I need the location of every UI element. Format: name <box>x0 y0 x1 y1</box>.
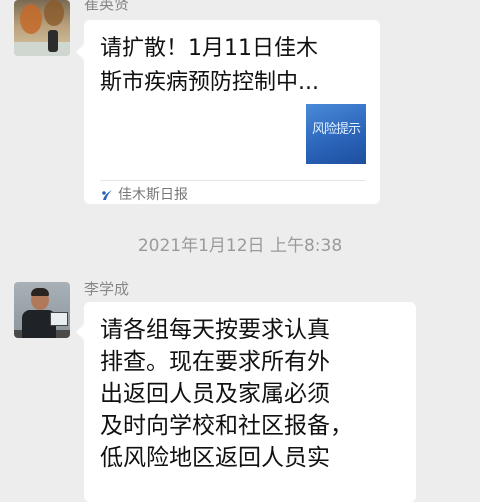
avatar[interactable] <box>14 0 70 56</box>
sender-name: 李学成 <box>84 280 130 298</box>
link-card-message[interactable]: 请扩散！1月11日佳木 斯市疾病预防控制中... 风险提示 佳木斯日报 <box>76 20 380 204</box>
card-divider <box>100 180 366 181</box>
link-card-thumbnail: 风险提示 <box>306 104 366 164</box>
newspaper-source-icon <box>102 190 112 200</box>
text-message[interactable]: 请各组每天按要求认真 排查。现在要求所有外 出返回人员及家属必须 及时向学校和社… <box>76 302 416 502</box>
link-card-title: 请扩散！1月11日佳木 斯市疾病预防控制中... <box>100 36 319 95</box>
thumbnail-text: 风险提示 <box>311 122 361 137</box>
chat-timestamp: 2021年1月12日 上午8:38 <box>137 236 343 256</box>
avatar[interactable] <box>14 282 70 338</box>
link-card-source: 佳木斯日报 <box>118 187 188 203</box>
message-text: 请各组每天按要求认真 排查。现在要求所有外 出返回人员及家属必须 及时向学校和社… <box>100 317 353 471</box>
sender-name: 崔英贤 <box>84 0 130 13</box>
